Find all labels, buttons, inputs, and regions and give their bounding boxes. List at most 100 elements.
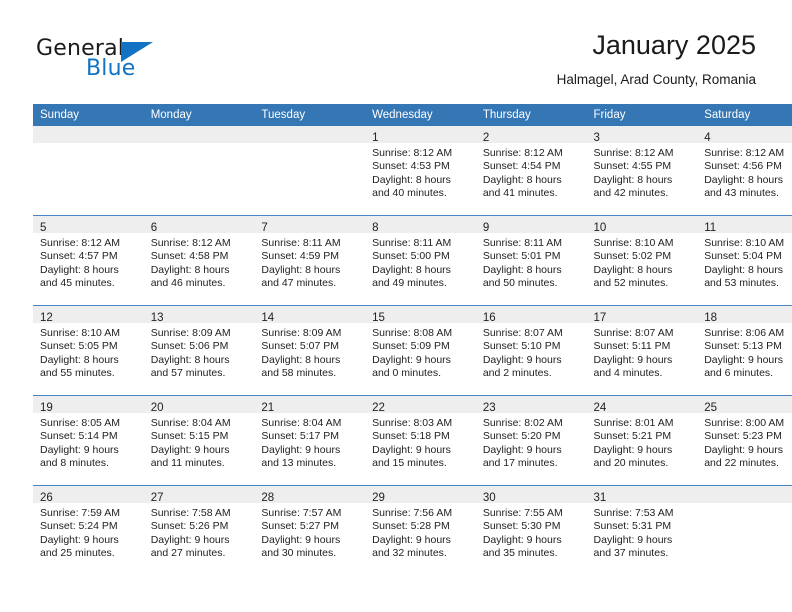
calendar-day-cell[interactable]: 5 Sunrise: 8:12 AM Sunset: 4:57 PM Daylight… xyxy=(33,215,144,306)
day-detail-line: Sunset: 5:24 PM xyxy=(40,520,118,533)
day-number-band: 24 xyxy=(586,396,698,414)
calendar-day-cell[interactable]: 4 Sunrise: 8:12 AM Sunset: 4:56 PM Daylight… xyxy=(697,126,792,216)
calendar-day-cell[interactable]: 23 Sunrise: 8:02 AM Sunset: 5:20 PM Dayligh… xyxy=(475,395,587,486)
day-number: 10 xyxy=(593,222,607,234)
weekday-header-tuesday: Tuesday xyxy=(254,104,366,126)
calendar-day-cell[interactable]: 10 Sunrise: 8:10 AM Sunset: 5:02 PM Dayligh… xyxy=(586,215,698,306)
day-number-band: 12 xyxy=(33,306,144,324)
day-detail-line: and 2 minutes. xyxy=(482,367,552,380)
day-number: 2 xyxy=(482,132,490,144)
day-detail-line: Sunset: 4:57 PM xyxy=(40,250,118,263)
day-number: 4 xyxy=(704,132,711,144)
day-detail-line: Sunset: 5:06 PM xyxy=(150,340,229,353)
calendar-day-cell[interactable]: 30 Sunrise: 7:55 AM Sunset: 5:30 PM Dayligh… xyxy=(475,485,587,575)
calendar-day-cell[interactable]: 15 Sunrise: 8:08 AM Sunset: 5:09 PM Dayligh… xyxy=(365,305,476,396)
calendar-day-cell[interactable]: 29 Sunrise: 7:56 AM Sunset: 5:28 PM Dayligh… xyxy=(365,485,476,575)
day-detail-line: Sunset: 5:15 PM xyxy=(150,430,229,443)
calendar-day-cell[interactable]: 1 Sunrise: 8:12 AM Sunset: 4:53 PM Daylight… xyxy=(365,126,476,216)
day-detail-line: and 43 minutes. xyxy=(704,187,779,200)
calendar-day-cell[interactable]: 6 Sunrise: 8:12 AM Sunset: 4:58 PM Daylight… xyxy=(143,215,255,306)
calendar-day-cell[interactable]: 11 Sunrise: 8:10 AM Sunset: 5:04 PM Dayligh… xyxy=(697,215,792,306)
calendar-day-cell[interactable]: 26 Sunrise: 7:59 AM Sunset: 5:24 PM Dayligh… xyxy=(33,485,144,575)
calendar-day-cell[interactable]: 16 Sunrise: 8:07 AM Sunset: 5:10 PM Dayligh… xyxy=(475,305,587,396)
day-number-band: 18 xyxy=(697,306,792,324)
day-detail-line: Sunrise: 8:10 AM xyxy=(704,237,785,249)
day-cell-details: Sunrise: 8:03 AM Sunset: 5:18 PM Daylight:… xyxy=(365,413,476,471)
calendar-day-cell[interactable]: 19 Sunrise: 8:05 AM Sunset: 5:14 PM Dayligh… xyxy=(33,395,144,486)
day-detail-line: and 47 minutes. xyxy=(261,277,337,290)
day-detail-line: Sunset: 5:18 PM xyxy=(372,430,450,443)
day-number-band: 23 xyxy=(475,396,587,414)
day-detail-line: Sunrise: 8:07 AM xyxy=(593,327,674,339)
day-cell-details: Sunrise: 8:10 AM Sunset: 5:04 PM Daylight:… xyxy=(697,233,792,291)
calendar-day-cell[interactable]: 17 Sunrise: 8:07 AM Sunset: 5:11 PM Dayligh… xyxy=(586,305,698,396)
day-cell-details: Sunrise: 8:11 AM Sunset: 5:00 PM Daylight:… xyxy=(365,233,476,291)
day-detail-line: and 6 minutes. xyxy=(704,367,774,380)
calendar-day-cell[interactable]: 7 Sunrise: 8:11 AM Sunset: 4:59 PM Daylight… xyxy=(254,215,366,306)
calendar-week-row: 26 Sunrise: 7:59 AM Sunset: 5:24 PM Dayligh… xyxy=(33,485,792,575)
day-cell-details xyxy=(33,143,144,147)
day-number: 27 xyxy=(150,492,164,504)
day-detail-line: and 45 minutes. xyxy=(40,277,115,290)
calendar-day-cell[interactable]: 31 Sunrise: 7:53 AM Sunset: 5:31 PM Dayligh… xyxy=(586,485,698,575)
day-number-band: 26 xyxy=(33,486,144,504)
calendar-day-cell[interactable]: 24 Sunrise: 8:01 AM Sunset: 5:21 PM Dayligh… xyxy=(586,395,698,486)
calendar-day-cell-empty xyxy=(254,126,366,216)
day-detail-line: and 25 minutes. xyxy=(40,547,115,560)
day-detail-line: Sunrise: 7:59 AM xyxy=(40,507,120,519)
day-detail-line: Sunrise: 8:02 AM xyxy=(482,417,563,429)
day-cell-details: Sunrise: 7:57 AM Sunset: 5:27 PM Daylight:… xyxy=(254,503,365,561)
day-cell-details: Sunrise: 8:01 AM Sunset: 5:21 PM Daylight:… xyxy=(587,413,698,471)
day-number-band xyxy=(33,126,144,143)
day-number-band: 5 xyxy=(33,216,144,234)
day-detail-line: Daylight: 9 hours xyxy=(372,533,451,546)
day-detail-line: and 46 minutes. xyxy=(150,277,226,290)
day-number-band: 15 xyxy=(365,306,476,324)
day-cell-details: Sunrise: 8:02 AM Sunset: 5:20 PM Daylight:… xyxy=(476,413,587,471)
day-detail-line: and 32 minutes. xyxy=(372,547,447,560)
calendar-day-cell-empty xyxy=(697,485,792,575)
calendar-day-cell[interactable]: 13 Sunrise: 8:09 AM Sunset: 5:06 PM Dayligh… xyxy=(143,305,255,396)
day-cell-details: Sunrise: 8:12 AM Sunset: 4:53 PM Daylight:… xyxy=(365,143,476,201)
calendar-day-cell[interactable]: 25 Sunrise: 8:00 AM Sunset: 5:23 PM Dayligh… xyxy=(697,395,792,486)
calendar-day-cell[interactable]: 27 Sunrise: 7:58 AM Sunset: 5:26 PM Dayligh… xyxy=(143,485,255,575)
day-number: 8 xyxy=(372,222,379,234)
calendar-day-cell[interactable]: 18 Sunrise: 8:06 AM Sunset: 5:13 PM Dayligh… xyxy=(697,305,792,396)
day-number: 17 xyxy=(593,312,607,324)
day-number-band: 29 xyxy=(365,486,476,504)
day-detail-line: Daylight: 9 hours xyxy=(261,443,341,456)
day-number: 28 xyxy=(261,492,275,504)
day-detail-line: Daylight: 8 hours xyxy=(261,263,341,276)
day-number-band: 16 xyxy=(475,306,587,324)
day-detail-line: Sunrise: 8:06 AM xyxy=(704,327,785,339)
calendar-day-cell[interactable]: 8 Sunrise: 8:11 AM Sunset: 5:00 PM Daylight… xyxy=(365,215,476,306)
day-detail-line: and 30 minutes. xyxy=(261,547,337,560)
day-number-band: 4 xyxy=(697,126,792,144)
calendar-day-cell[interactable]: 21 Sunrise: 8:04 AM Sunset: 5:17 PM Dayligh… xyxy=(254,395,366,486)
calendar-day-cell[interactable]: 12 Sunrise: 8:10 AM Sunset: 5:05 PM Dayligh… xyxy=(33,305,144,396)
day-detail-line: Daylight: 9 hours xyxy=(482,443,562,456)
day-detail-line: and 40 minutes. xyxy=(372,187,447,200)
day-number: 12 xyxy=(40,312,53,324)
day-detail-line: Daylight: 8 hours xyxy=(372,263,451,276)
calendar-day-cell[interactable]: 2 Sunrise: 8:12 AM Sunset: 4:54 PM Daylight… xyxy=(475,126,587,216)
day-number-band: 21 xyxy=(254,396,366,414)
day-detail-line: Sunrise: 8:12 AM xyxy=(150,237,231,249)
day-number-band xyxy=(254,126,366,143)
calendar-day-cell[interactable]: 20 Sunrise: 8:04 AM Sunset: 5:15 PM Dayligh… xyxy=(143,395,255,486)
calendar-day-cell[interactable]: 9 Sunrise: 8:11 AM Sunset: 5:01 PM Daylight… xyxy=(475,215,587,306)
day-detail-line: Daylight: 8 hours xyxy=(150,353,230,366)
brand-logo[interactable]: General Blue xyxy=(36,36,236,86)
calendar-day-cell[interactable]: 22 Sunrise: 8:03 AM Sunset: 5:18 PM Dayligh… xyxy=(365,395,476,486)
calendar-day-cell[interactable]: 28 Sunrise: 7:57 AM Sunset: 5:27 PM Dayligh… xyxy=(254,485,366,575)
day-cell-details: Sunrise: 7:56 AM Sunset: 5:28 PM Daylight:… xyxy=(365,503,476,561)
calendar-day-cell[interactable]: 3 Sunrise: 8:12 AM Sunset: 4:55 PM Daylight… xyxy=(586,126,698,216)
day-detail-line: and 13 minutes. xyxy=(261,457,337,470)
calendar-day-cell[interactable]: 14 Sunrise: 8:09 AM Sunset: 5:07 PM Dayligh… xyxy=(254,305,366,396)
day-detail-line: and 27 minutes. xyxy=(150,547,226,560)
day-number-band: 3 xyxy=(586,126,698,144)
day-detail-line: Sunrise: 8:12 AM xyxy=(593,147,674,159)
day-detail-line: and 42 minutes. xyxy=(593,187,669,200)
day-detail-line: Sunrise: 8:12 AM xyxy=(372,147,453,159)
calendar-day-cell-empty xyxy=(143,126,255,216)
